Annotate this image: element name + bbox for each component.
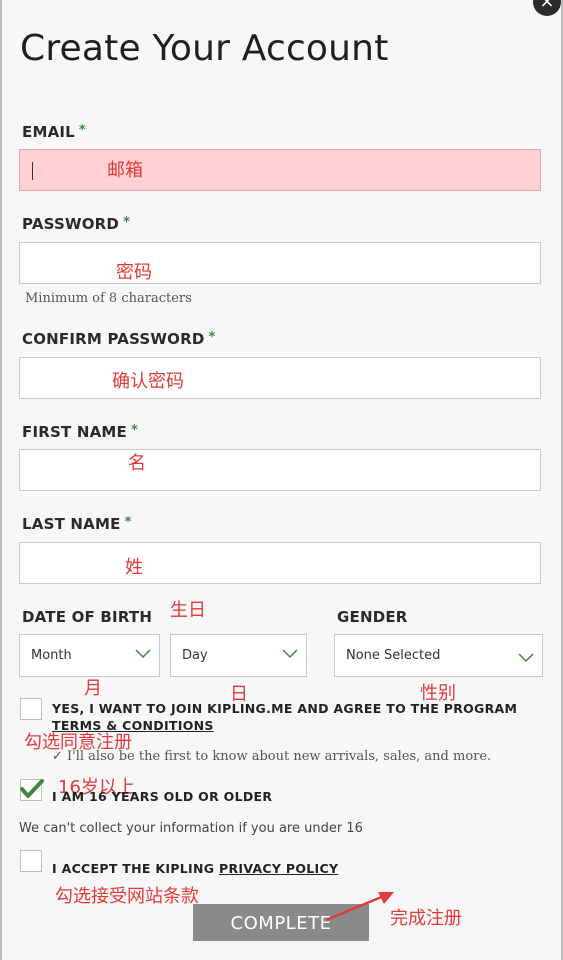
page-title: Create Your Account bbox=[20, 28, 389, 69]
required-marker: * bbox=[124, 515, 132, 530]
close-button[interactable]: × bbox=[533, 0, 561, 16]
annotation-accept-terms: 勾选接受网站条款 bbox=[55, 886, 199, 907]
required-marker: * bbox=[123, 215, 131, 230]
privacy-checkbox-label: I ACCEPT THE KIPLING PRIVACY POLICY bbox=[52, 861, 339, 876]
annotation-first-name: 名 bbox=[128, 453, 146, 474]
first-name-field[interactable] bbox=[19, 449, 541, 491]
annotation-email: 邮箱 bbox=[107, 160, 143, 181]
day-select[interactable]: Day bbox=[170, 634, 307, 677]
dob-label: DATE OF BIRTH bbox=[22, 608, 153, 626]
gender-select[interactable]: None Selected bbox=[334, 634, 543, 677]
required-marker: * bbox=[208, 330, 216, 345]
program-checkbox[interactable] bbox=[20, 698, 42, 720]
password-label: PASSWORD * bbox=[22, 215, 131, 233]
first-name-label: FIRST NAME * bbox=[22, 423, 138, 441]
email-label: EMAIL * bbox=[22, 123, 86, 141]
email-field[interactable] bbox=[19, 149, 541, 191]
annotation-birthday: 生日 bbox=[170, 600, 206, 621]
privacy-policy-link[interactable]: PRIVACY POLICY bbox=[219, 861, 338, 876]
password-field[interactable] bbox=[19, 242, 541, 284]
close-icon: × bbox=[539, 0, 555, 12]
annotation-confirm-password: 确认密码 bbox=[112, 371, 184, 392]
program-subtext: ✓ I'll also be the first to know about n… bbox=[52, 749, 492, 764]
privacy-checkbox[interactable] bbox=[20, 850, 42, 872]
gender-label: GENDER bbox=[337, 608, 408, 626]
chevron-down-icon bbox=[282, 649, 298, 659]
annotation-last-name: 姓 bbox=[125, 557, 143, 578]
chevron-down-icon bbox=[518, 653, 534, 663]
required-marker: * bbox=[130, 423, 138, 438]
last-name-label: LAST NAME * bbox=[22, 515, 132, 533]
annotation-complete: 完成注册 bbox=[390, 908, 462, 929]
confirm-password-label: CONFIRM PASSWORD * bbox=[22, 330, 216, 348]
last-name-field[interactable] bbox=[19, 542, 541, 584]
month-value: Month bbox=[31, 648, 72, 663]
text-caret bbox=[32, 162, 33, 180]
password-hint: Minimum of 8 characters bbox=[25, 291, 192, 306]
program-checkbox-label: YES, I WANT TO JOIN KIPLING.ME AND AGREE… bbox=[52, 701, 518, 716]
day-value: Day bbox=[182, 648, 208, 663]
age-subtext: We can't collect your information if you… bbox=[19, 821, 363, 836]
annotation-password: 密码 bbox=[116, 262, 152, 283]
confirm-password-field[interactable] bbox=[19, 357, 541, 399]
gender-value: None Selected bbox=[346, 648, 441, 663]
required-marker: * bbox=[78, 123, 86, 138]
checkmark-icon bbox=[20, 779, 44, 798]
age-checkbox-label: I AM 16 YEARS OLD OR OLDER bbox=[52, 789, 273, 804]
age-checkbox[interactable] bbox=[20, 779, 44, 801]
chevron-down-icon bbox=[135, 649, 151, 659]
create-account-modal: × Create Your Account EMAIL * 邮箱 PASSWORD… bbox=[2, 0, 561, 960]
annotation-month: 月 bbox=[84, 678, 102, 699]
month-select[interactable]: Month bbox=[19, 634, 160, 677]
